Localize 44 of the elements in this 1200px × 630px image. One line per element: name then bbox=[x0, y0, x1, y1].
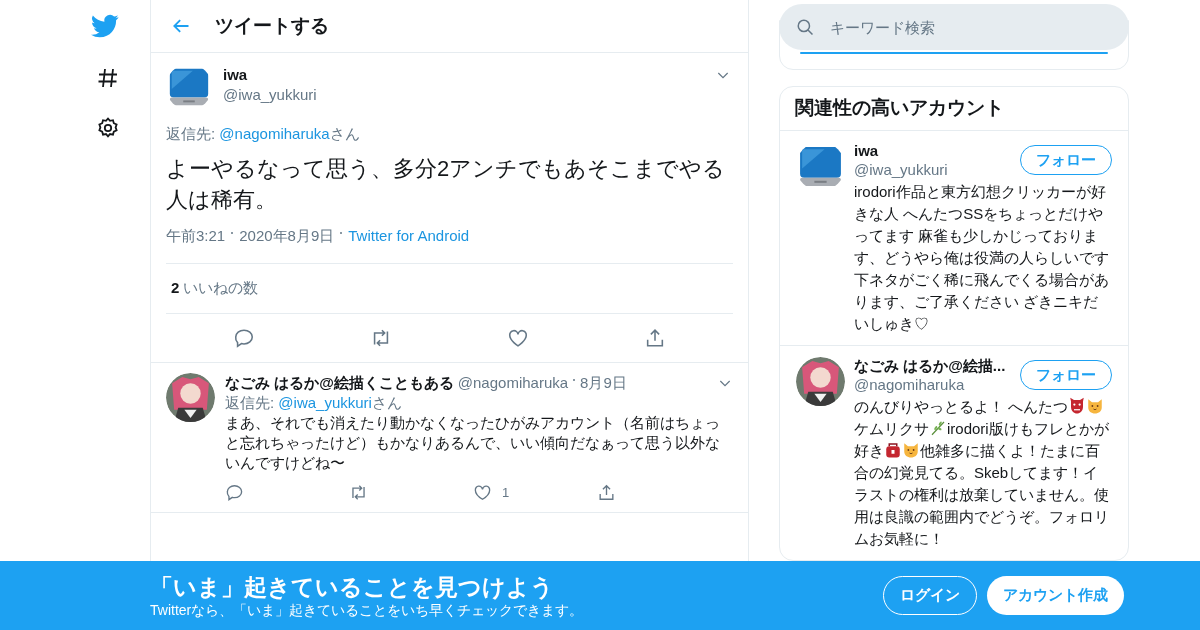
reply-context: 返信先: @iwa_yukkuriさん bbox=[225, 392, 403, 413]
user-handle[interactable]: @iwa_yukkuri bbox=[223, 85, 317, 105]
source-link[interactable]: Twitter for Android bbox=[348, 225, 470, 248]
cat-face-icon bbox=[902, 441, 920, 459]
share-icon[interactable] bbox=[597, 483, 616, 502]
page-title: ツイートする bbox=[215, 13, 329, 38]
like-icon[interactable] bbox=[473, 483, 492, 502]
mention-link[interactable]: @iwa_yukkuri bbox=[278, 393, 372, 411]
likes-count[interactable]: 2 bbox=[171, 276, 180, 300]
avatar-image[interactable] bbox=[796, 357, 845, 406]
cat-face-icon bbox=[1086, 397, 1105, 415]
user-name[interactable]: iwa bbox=[223, 65, 248, 85]
mention-link[interactable]: @nagomiharuka bbox=[219, 125, 330, 142]
user-name[interactable]: iwa bbox=[854, 141, 879, 160]
user-handle[interactable]: @iwa_yukkuri bbox=[854, 160, 948, 180]
reply-context: 返信先: @nagomiharukaさん bbox=[166, 124, 361, 144]
search-icon bbox=[796, 18, 814, 36]
avatar-image[interactable] bbox=[166, 372, 215, 422]
bird-logo-icon[interactable] bbox=[90, 12, 120, 40]
tweet-date[interactable]: 2020年8月9日 bbox=[239, 225, 335, 248]
settings-icon[interactable] bbox=[96, 116, 120, 140]
user-handle[interactable]: @nagomiharuka bbox=[457, 372, 569, 393]
user-name[interactable]: なごみ はるか@絵描くこともある bbox=[225, 372, 454, 393]
backpack-icon bbox=[884, 441, 902, 459]
search-field[interactable]: キーワード検索 bbox=[779, 4, 1129, 50]
banner-subtitle: Twitterなら、「いま」起きていることをいち早くチェックできます。 bbox=[150, 600, 585, 619]
retweet-icon[interactable] bbox=[349, 483, 368, 502]
user-name[interactable]: なごみ はるか@絵描... bbox=[854, 356, 1006, 375]
tweet-date[interactable]: 8月9日 bbox=[580, 372, 713, 393]
ogre-face-icon bbox=[1068, 397, 1087, 415]
section-title: 関連性の高いアカウント bbox=[780, 87, 1128, 131]
tweet-text: まあ、それでも消えたり動かなくなったひがみアカウント（名前はちょっと忘れちゃったけど）もかなりあるんで、いい傾向だなぁって思う以外ないんですけどね〜 bbox=[225, 412, 721, 473]
user-handle[interactable]: @nagomiharuka bbox=[854, 375, 965, 395]
like-count: 1 bbox=[502, 483, 510, 502]
reply-icon[interactable] bbox=[233, 326, 256, 349]
banner-title: 「いま」起きていることを見つけよう bbox=[150, 572, 555, 601]
likes-label[interactable]: いいねの数 bbox=[183, 276, 259, 300]
reply-icon[interactable] bbox=[225, 483, 244, 502]
tweet-time[interactable]: 午前3:21 bbox=[166, 225, 226, 248]
signup-button[interactable]: アカウント作成 bbox=[987, 576, 1124, 615]
profile-bio: irodori作品と東方幻想クリッカーが好きな人 へんたつSSをちょっとだけやってます 麻雀も少しかじっております、どうやら俺は役満の人らしいです下ネタがごく稀に飛んでくる場合があります、ご了承ください ざきニキだいしゅき♡ bbox=[854, 182, 1110, 334]
leaf-sprig-icon bbox=[929, 419, 947, 437]
profile-bio: のんびりやっとるよ！ へんたつ ケムリクサ irodori版けもフレとかが好き 他雑多に描くよ！たまに百合の幻覚見てる。Skebしてます！イラストの権利は放棄していません。使用は良識の範囲内でどうぞ。フォロリムお気軽に！ bbox=[854, 396, 1110, 549]
tweet-text: よーやるなって思う、多分2アンチでもあそこまでやる人は稀有。 bbox=[166, 155, 727, 214]
